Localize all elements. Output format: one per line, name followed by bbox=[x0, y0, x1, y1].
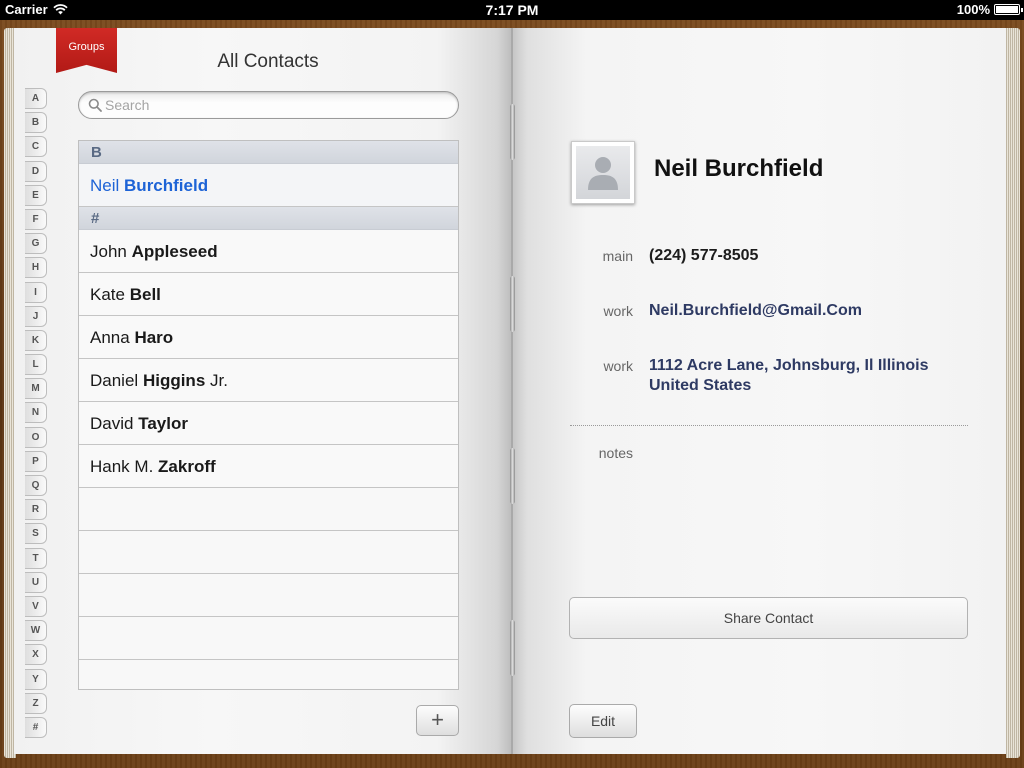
avatar[interactable] bbox=[571, 141, 635, 204]
alphabet-tab[interactable]: R bbox=[25, 499, 47, 521]
alphabet-tab[interactable]: U bbox=[25, 571, 47, 593]
contact-row[interactable]: David Taylor bbox=[79, 402, 458, 445]
contact-first-name: David bbox=[90, 414, 134, 433]
person-silhouette-icon bbox=[588, 157, 618, 190]
search-bar[interactable] bbox=[78, 91, 459, 119]
alphabet-tab[interactable]: G bbox=[25, 233, 47, 255]
phone-value[interactable]: (224) 577-8505 bbox=[649, 246, 969, 266]
clock: 7:17 PM bbox=[485, 2, 539, 18]
contact-row[interactable]: Anna Haro bbox=[79, 316, 458, 359]
alphabet-tab[interactable]: N bbox=[25, 402, 47, 424]
address-value[interactable]: 1112 Acre Lane, Johnsburg, Il Illinois U… bbox=[649, 356, 969, 396]
battery-status: 100% bbox=[956, 2, 1023, 17]
alphabet-tab[interactable]: Q bbox=[25, 475, 47, 496]
email-value[interactable]: Neil.Burchfield@Gmail.Com bbox=[649, 301, 969, 321]
address-line-2: United States bbox=[649, 377, 752, 394]
alphabet-tab[interactable]: P bbox=[25, 450, 47, 472]
avatar-placeholder bbox=[576, 146, 630, 199]
alphabet-index[interactable]: A B C D E F G H I J K L M N O P Q R S T U V W X Y Z # bbox=[25, 88, 47, 741]
add-contact-button[interactable]: + bbox=[416, 705, 459, 736]
alphabet-tab[interactable]: S bbox=[25, 523, 47, 545]
contact-row[interactable]: Daniel Higgins Jr. bbox=[79, 359, 458, 402]
contact-last-name: Higgins bbox=[142, 371, 206, 390]
phone-label: main bbox=[602, 248, 633, 264]
contact-first-name: Neil bbox=[90, 176, 120, 195]
contact-row[interactable]: Kate Bell bbox=[79, 273, 458, 316]
battery-fill bbox=[996, 6, 1018, 13]
search-input[interactable] bbox=[105, 96, 445, 114]
binder-ring bbox=[510, 276, 515, 332]
alphabet-tab[interactable]: E bbox=[25, 184, 47, 206]
contact-first-name: Hank M. bbox=[90, 457, 154, 476]
contact-row[interactable]: John Appleseed bbox=[79, 230, 458, 273]
empty-row bbox=[79, 660, 458, 689]
section-header: B bbox=[79, 141, 458, 164]
alphabet-tab[interactable]: L bbox=[25, 354, 47, 376]
share-contact-button[interactable]: Share Contact bbox=[569, 597, 968, 639]
battery-icon bbox=[994, 4, 1023, 15]
contact-first-name: Anna bbox=[90, 328, 130, 347]
alphabet-tab[interactable]: T bbox=[25, 547, 47, 569]
empty-row bbox=[79, 617, 458, 660]
empty-row bbox=[79, 488, 458, 531]
battery-percent: 100% bbox=[956, 2, 990, 17]
alphabet-tab[interactable]: A bbox=[25, 88, 47, 109]
alphabet-tab[interactable]: C bbox=[25, 136, 47, 158]
search-icon bbox=[88, 98, 102, 112]
alphabet-tab[interactable]: Z bbox=[25, 692, 47, 714]
alphabet-tab[interactable]: O bbox=[25, 426, 47, 448]
contact-last-name: Bell bbox=[129, 285, 161, 304]
alphabet-tab[interactable]: B bbox=[25, 112, 47, 134]
alphabet-tab[interactable]: W bbox=[25, 620, 47, 642]
alphabet-tab[interactable]: I bbox=[25, 281, 47, 303]
address-label: work bbox=[603, 358, 633, 374]
page-title: All Contacts bbox=[217, 51, 319, 72]
alphabet-tab[interactable]: Y bbox=[25, 668, 47, 690]
contact-first-name: John bbox=[90, 242, 127, 261]
page-edge-right bbox=[1006, 28, 1020, 758]
alphabet-tab[interactable]: H bbox=[25, 257, 47, 279]
contact-first-name: Daniel bbox=[90, 371, 139, 390]
contact-last-name: Appleseed bbox=[131, 242, 218, 261]
alphabet-tab[interactable]: F bbox=[25, 208, 47, 230]
contact-last-name: Zakroff bbox=[158, 457, 216, 476]
alphabet-tab[interactable]: D bbox=[25, 160, 47, 182]
binder-ring bbox=[510, 448, 515, 504]
email-label: work bbox=[603, 303, 633, 319]
binder-ring bbox=[510, 104, 515, 160]
divider bbox=[570, 425, 968, 426]
contact-first-name: Kate bbox=[90, 285, 125, 304]
contact-last-name: Taylor bbox=[138, 414, 188, 433]
alphabet-tab[interactable]: K bbox=[25, 329, 47, 351]
section-header: # bbox=[79, 207, 458, 230]
contact-last-name: Burchfield bbox=[124, 176, 209, 195]
alphabet-tab[interactable]: M bbox=[25, 378, 47, 400]
contact-list[interactable]: B Neil Burchfield # John Appleseed Kate Bell… bbox=[78, 140, 459, 690]
address-line-1: 1112 Acre Lane, Johnsburg, Il Illinois bbox=[649, 357, 929, 374]
notes-label: notes bbox=[598, 445, 633, 461]
binder-ring bbox=[510, 620, 515, 676]
alphabet-tab[interactable]: X bbox=[25, 644, 47, 666]
contact-row[interactable]: Hank M. Zakroff bbox=[79, 445, 458, 488]
contact-suffix: Jr. bbox=[210, 371, 228, 390]
alphabet-tab[interactable]: # bbox=[25, 716, 47, 738]
alphabet-tab[interactable]: V bbox=[25, 595, 47, 617]
status-bar: Carrier 7:17 PM 100% bbox=[0, 0, 1024, 20]
contact-row[interactable]: Neil Burchfield bbox=[79, 164, 458, 207]
empty-row bbox=[79, 531, 458, 574]
contact-last-name: Haro bbox=[134, 328, 174, 347]
alphabet-tab[interactable]: J bbox=[25, 305, 47, 327]
empty-row bbox=[79, 574, 458, 617]
contact-name: Neil Burchfield bbox=[654, 155, 824, 182]
edit-button[interactable]: Edit bbox=[569, 704, 637, 738]
